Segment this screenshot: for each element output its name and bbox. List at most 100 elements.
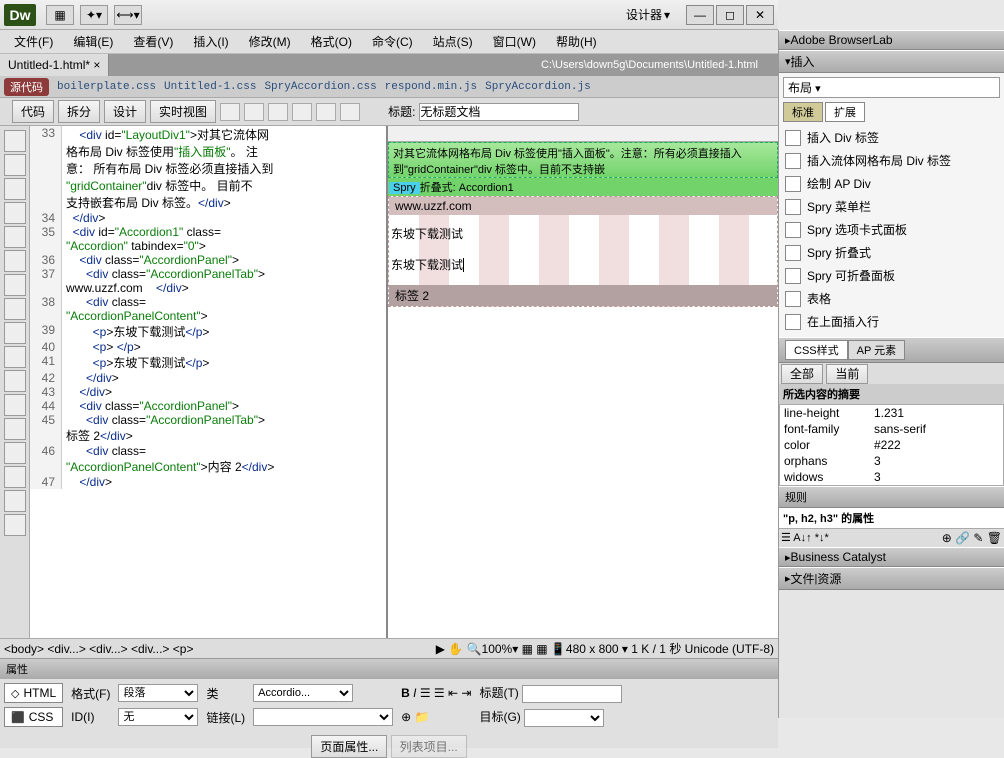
- target-select[interactable]: [524, 709, 604, 727]
- title-field[interactable]: [522, 685, 622, 703]
- maximize-button[interactable]: ◻: [716, 5, 744, 25]
- insert-item[interactable]: Spry 选项卡式面板: [783, 218, 1000, 241]
- live-view-button[interactable]: 实时视图: [150, 100, 216, 123]
- html-mode-button[interactable]: ◇ HTML: [4, 683, 63, 703]
- comment-icon[interactable]: [4, 418, 26, 440]
- options-icon[interactable]: [316, 103, 336, 121]
- menu-modify[interactable]: 修改(M): [243, 31, 297, 52]
- indent-icon[interactable]: [4, 370, 26, 392]
- apply-icon[interactable]: [4, 466, 26, 488]
- related-file[interactable]: SpryAccordion.css: [264, 81, 376, 93]
- format-select[interactable]: 段落: [118, 684, 198, 702]
- css-all-button[interactable]: 全部: [781, 364, 823, 384]
- select-parent-icon[interactable]: [4, 202, 26, 224]
- browserlab-panel-header[interactable]: ▸ Adobe BrowserLab: [779, 30, 1004, 50]
- extend-icon[interactable]: ✦▾: [80, 5, 108, 25]
- css-toolbar[interactable]: ☰ A↓↑ *↓* ⊕ 🔗 ✎ 🗑: [779, 528, 1004, 547]
- menu-window[interactable]: 窗口(W): [487, 31, 542, 52]
- css-mode-button[interactable]: ⬛ CSS: [4, 707, 63, 727]
- open-docs-icon[interactable]: [4, 130, 26, 152]
- insert-item[interactable]: 绘制 AP Div: [783, 172, 1000, 195]
- spry-badge[interactable]: Spry: [389, 182, 420, 194]
- layout-icon[interactable]: ▦: [46, 5, 74, 25]
- browser-icon[interactable]: [268, 103, 288, 121]
- menu-edit[interactable]: 编辑(E): [67, 31, 119, 52]
- live-code-icon[interactable]: [220, 103, 240, 121]
- properties-header[interactable]: 属性: [0, 659, 778, 679]
- menu-insert[interactable]: 插入(I): [187, 31, 234, 52]
- balance-braces-icon[interactable]: [4, 226, 26, 248]
- refresh-code-icon[interactable]: [4, 322, 26, 344]
- id-select[interactable]: 无: [118, 708, 198, 726]
- move-icon[interactable]: [4, 514, 26, 536]
- accordion-tab-2[interactable]: 标签 2: [389, 285, 777, 306]
- list-item-button[interactable]: 列表项目...: [391, 735, 467, 758]
- css-current-button[interactable]: 当前: [826, 364, 868, 384]
- tab-close-icon[interactable]: ×: [93, 58, 100, 72]
- visual-aids-icon[interactable]: [340, 103, 360, 121]
- code-view[interactable]: 33 <div id="LayoutDiv1">对其它流体网格布局 Div 标签…: [30, 126, 388, 638]
- related-file[interactable]: SpryAccordion.js: [485, 81, 591, 93]
- tab-active[interactable]: Untitled-1.html* ×: [0, 54, 109, 76]
- class-select[interactable]: Accordio...: [253, 684, 353, 702]
- title-input[interactable]: [419, 103, 579, 121]
- insert-category[interactable]: 布局 ▾: [783, 77, 1000, 98]
- css-property-row[interactable]: widows3: [780, 469, 1003, 485]
- refresh-icon[interactable]: [292, 103, 312, 121]
- code-view-button[interactable]: 代码: [12, 100, 54, 123]
- insert-tab-standard[interactable]: 标准: [783, 102, 823, 122]
- insert-item[interactable]: 插入 Div 标签: [783, 126, 1000, 149]
- menu-commands[interactable]: 命令(C): [366, 31, 419, 52]
- insert-item[interactable]: Spry 折叠式: [783, 241, 1000, 264]
- split-view-button[interactable]: 拆分: [58, 100, 100, 123]
- css-property-row[interactable]: orphans3: [780, 453, 1003, 469]
- insert-item[interactable]: Spry 菜单栏: [783, 195, 1000, 218]
- insert-panel-header[interactable]: ▾ 插入: [779, 50, 1004, 73]
- css-property-row[interactable]: font-familysans-serif: [780, 421, 1003, 437]
- wrap-icon[interactable]: [4, 346, 26, 368]
- css-property-row[interactable]: color#222: [780, 437, 1003, 453]
- menu-format[interactable]: 格式(O): [305, 31, 358, 52]
- related-file[interactable]: Untitled-1.css: [164, 81, 256, 93]
- link-select[interactable]: [253, 708, 393, 726]
- source-badge[interactable]: 源代码: [4, 78, 49, 96]
- recent-icon[interactable]: [4, 490, 26, 512]
- tag-selector[interactable]: <body> <div...> <div...> <div...> <p>: [4, 642, 193, 656]
- format-icon[interactable]: [4, 442, 26, 464]
- expand-icon[interactable]: [4, 178, 26, 200]
- minimize-button[interactable]: —: [686, 5, 714, 25]
- close-button[interactable]: ✕: [746, 5, 774, 25]
- text-format-buttons[interactable]: B I ☰ ☰ ⇤ ⇥: [401, 686, 471, 700]
- line-numbers-icon[interactable]: [4, 250, 26, 272]
- design-view[interactable]: 对其它流体网格布局 Div 标签使用"插入面板"。注意：所有必须直接插入到"gr…: [388, 126, 778, 638]
- insert-item[interactable]: Spry 可折叠面板: [783, 264, 1000, 287]
- outdent-icon[interactable]: [4, 394, 26, 416]
- css-property-row[interactable]: line-height1.231: [780, 405, 1003, 421]
- related-file[interactable]: boilerplate.css: [57, 81, 156, 93]
- menu-site[interactable]: 站点(S): [427, 31, 479, 52]
- accordion-tab-1[interactable]: www.uzzf.com: [389, 197, 777, 215]
- insert-item[interactable]: 在上面插入行: [783, 310, 1000, 333]
- zoom-level[interactable]: 100%: [482, 642, 513, 656]
- ap-elements-tab[interactable]: AP 元素: [848, 340, 906, 360]
- insert-item[interactable]: 表格: [783, 287, 1000, 310]
- collapse-icon[interactable]: [4, 154, 26, 176]
- designer-label[interactable]: 设计器: [626, 6, 662, 23]
- related-file[interactable]: respond.min.js: [385, 81, 477, 93]
- page-properties-button[interactable]: 页面属性...: [311, 735, 387, 758]
- menu-view[interactable]: 查看(V): [127, 31, 179, 52]
- highlight-icon[interactable]: [4, 274, 26, 296]
- syntax-icon[interactable]: [4, 298, 26, 320]
- css-styles-tab[interactable]: CSS样式: [785, 340, 848, 360]
- menu-help[interactable]: 帮助(H): [550, 31, 603, 52]
- insert-item[interactable]: 插入流体网格布局 Div 标签: [783, 149, 1000, 172]
- insert-tab-extended[interactable]: 扩展: [825, 102, 865, 122]
- business-catalyst-header[interactable]: ▸ Business Catalyst: [779, 547, 1004, 567]
- layout-div-placeholder[interactable]: 对其它流体网格布局 Div 标签使用"插入面板"。注意：所有必须直接插入到"gr…: [388, 142, 778, 178]
- rules-header[interactable]: 规则: [779, 486, 1004, 508]
- accordion-content-1[interactable]: 东坡下载测试 东坡下载测试: [389, 215, 777, 285]
- design-view-button[interactable]: 设计: [104, 100, 146, 123]
- menu-file[interactable]: 文件(F): [8, 31, 59, 52]
- link-icons[interactable]: ⊕ 📁: [401, 710, 471, 724]
- sync-icon[interactable]: ⟷▾: [114, 5, 142, 25]
